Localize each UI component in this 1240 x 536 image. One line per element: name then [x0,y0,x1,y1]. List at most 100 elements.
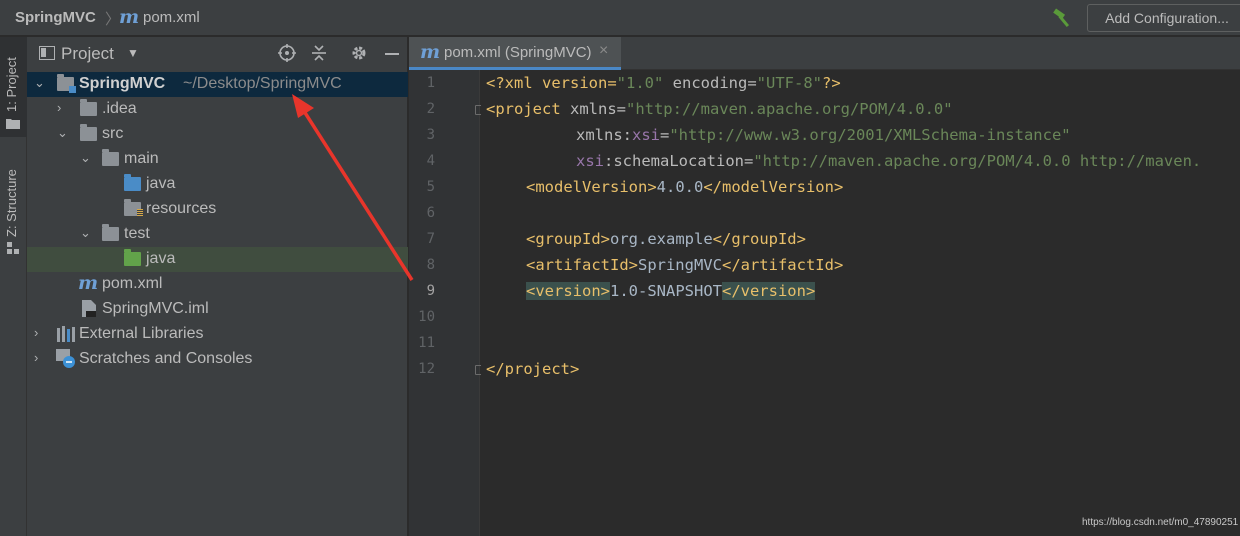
collapse-all-icon[interactable] [310,44,328,62]
code-token: <?xml version= [486,74,617,92]
maven-icon: m [78,272,99,294]
maven-icon: m [420,41,441,63]
locate-icon[interactable] [278,44,296,62]
close-icon[interactable]: × [599,42,608,60]
code-editor[interactable]: <?xml version="1.0" encoding="UTF-8"?> <… [481,70,1240,536]
code-token: encoding= [663,74,757,92]
folder-icon [102,224,119,241]
chevron-down-icon[interactable]: ⌄ [34,75,45,91]
chevron-right-icon[interactable]: › [57,100,61,115]
editor-tab-bar: m pom.xml (SpringMVC) × [409,37,1240,70]
tree-item-label: java [146,250,176,267]
tree-item-label: Scratches and Consoles [79,350,253,367]
navigation-bar: SpringMVC 〉 m pom.xml Add Configuration.… [0,0,1240,36]
test-source-folder-icon [124,249,141,266]
project-panel-header: Project ▼ [27,37,408,70]
code-token: "http://maven.apache.org/POM/4.0.0" [625,100,953,118]
line-number: 7 [426,231,435,247]
tree-item-path-hint: ~/Desktop/SpringMVC [183,75,342,92]
chevron-down-icon[interactable]: ⌄ [80,225,91,241]
tool-window-strip: 1: Project Z: Structure [0,37,27,536]
project-tool-tab[interactable]: 1: Project [0,37,27,137]
code-token: <groupId> [526,230,610,248]
code-line-5: <modelVersion>4.0.0</modelVersion> [526,178,843,196]
line-number: 10 [418,309,435,325]
tree-item-label: resources [146,200,217,217]
editor-tab-pom[interactable]: m pom.xml (SpringMVC) × [409,37,621,70]
code-token: xmlns: [576,126,632,144]
chevron-right-icon[interactable]: › [34,325,38,340]
tree-item-label: SpringMVC [79,75,166,92]
tree-item-iml[interactable]: SpringMVC.iml [27,297,408,322]
code-token: <artifactId> [526,256,638,274]
tree-item-scratches[interactable]: › Scratches and Consoles [27,347,408,372]
code-line-3: xmlns:xsi="http://www.w3.org/2001/XMLSch… [576,126,1071,144]
chevron-down-icon[interactable]: ▼ [127,46,139,60]
breadcrumb-file[interactable]: pom.xml [143,9,200,26]
project-panel-title[interactable]: Project [61,44,114,64]
line-number: 4 [426,153,435,169]
source-folder-icon [124,174,141,191]
breadcrumb-separator: 〉 [105,11,121,28]
structure-icon [7,242,19,254]
tree-item-test-java[interactable]: java [27,247,408,272]
folder-icon [80,124,97,141]
tree-item-resources[interactable]: resources [27,197,408,222]
add-configuration-button[interactable]: Add Configuration... [1087,4,1240,32]
code-token: </modelVersion> [703,178,844,196]
code-line-1: <?xml version="1.0" encoding="UTF-8"?> [486,74,841,92]
structure-tool-tab-label: Z: Structure [4,169,19,237]
folder-icon [102,149,119,166]
folder-icon [80,99,97,116]
tree-item-main[interactable]: ⌄ main [27,147,408,172]
scratches-icon [56,349,75,368]
tree-item-main-java[interactable]: java [27,172,408,197]
tree-item-external-libraries[interactable]: › External Libraries [27,322,408,347]
tree-item-idea[interactable]: › .idea [27,97,408,122]
code-token: </project> [486,360,580,378]
tree-item-label: test [124,225,150,242]
tree-item-label: External Libraries [79,325,204,342]
line-number: 2 [426,101,435,117]
tree-item-label: java [146,175,176,192]
code-token: SpringMVC [637,256,722,274]
code-token: "http://maven.apache.org/POM/4.0.0 http:… [753,152,1202,170]
code-token: xsi [632,126,660,144]
chevron-down-icon[interactable]: ⌄ [57,125,68,141]
line-number: 3 [426,127,435,143]
code-line-4: xsi:schemaLocation="http://maven.apache.… [576,152,1201,170]
project-view-icon [39,46,55,60]
breadcrumb-project[interactable]: SpringMVC [15,9,96,26]
resources-folder-icon [124,199,143,217]
line-number: 12 [418,361,435,377]
tree-item-pom[interactable]: m pom.xml [27,272,408,297]
code-token: ?> [821,74,841,92]
project-tool-tab-label: 1: Project [4,57,19,112]
tree-item-label: pom.xml [102,275,163,292]
chevron-down-icon[interactable]: ⌄ [80,150,91,166]
structure-tool-tab[interactable]: Z: Structure [0,152,27,262]
iml-file-icon [82,300,96,317]
project-panel: Project ▼ ⌄ SpringMVC ~/Desktop/SpringMV… [27,37,408,536]
code-token: "1.0" [616,74,664,92]
code-token: <project [486,100,561,118]
code-token: </artifactId> [721,256,844,274]
code-token: "http://www.w3.org/2001/XMLSchema-instan… [669,126,1071,144]
editor-gutter[interactable]: 1 2 3 4 5 6 7 8 9 10 11 12 [409,70,509,536]
line-number: 11 [418,335,435,351]
code-token: xsi [576,152,604,170]
chevron-right-icon[interactable]: › [34,350,38,365]
code-line-12: </project> [486,360,579,378]
tree-item-src[interactable]: ⌄ src [27,122,408,147]
tree-item-test[interactable]: ⌄ test [27,222,408,247]
module-folder-icon [57,74,76,93]
hammer-icon[interactable] [1052,8,1074,28]
tree-item-springmvc[interactable]: ⌄ SpringMVC ~/Desktop/SpringMVC [27,72,408,97]
gear-icon[interactable] [350,44,368,62]
code-token: 1.0-SNAPSHOT [610,282,722,300]
tree-item-label: src [102,125,124,142]
editor-tab-label: pom.xml (SpringMVC) [444,44,592,61]
minimize-icon[interactable] [383,44,401,62]
line-number: 8 [426,257,435,273]
tree-item-label: .idea [102,100,137,117]
